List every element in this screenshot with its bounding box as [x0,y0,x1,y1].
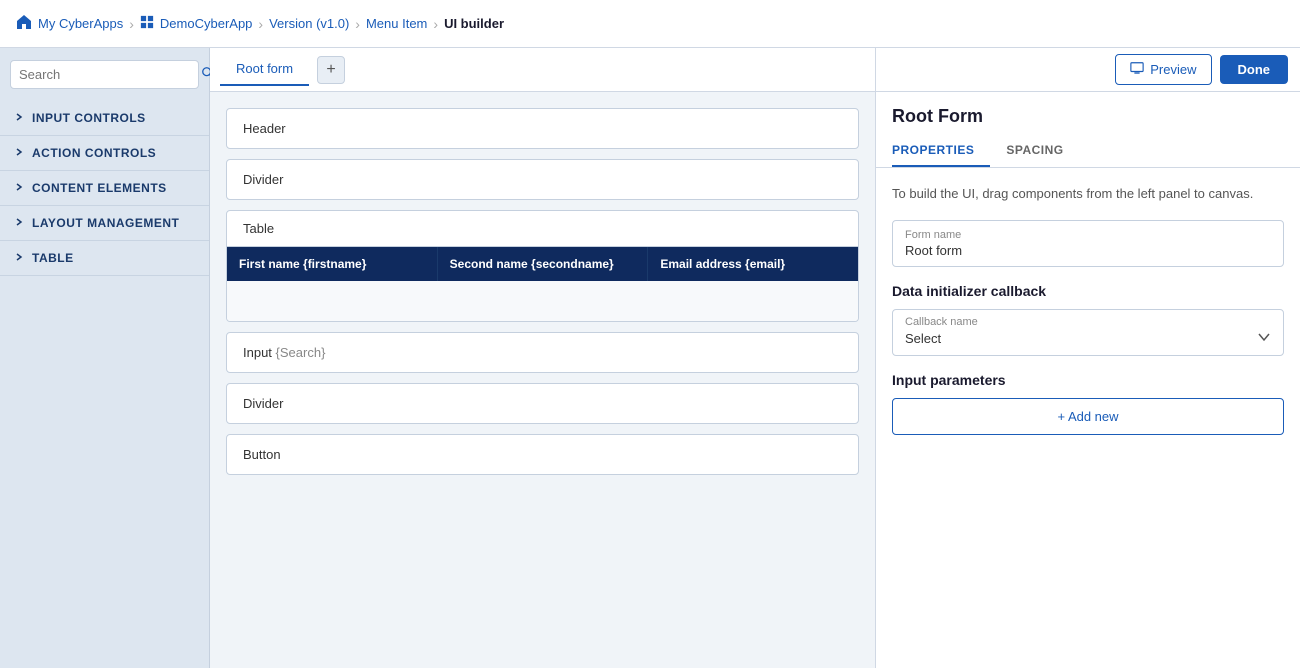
topbar-menu[interactable]: Menu Item [366,16,427,31]
header-label: Header [243,121,286,136]
callback-select-text: Select [905,331,941,346]
canvas-tab-label: Root form [236,61,293,76]
canvas-button-component[interactable]: Button [226,434,859,475]
topbar-version-label: Version (v1.0) [269,16,349,31]
divider1-label: Divider [243,172,283,187]
canvas-scroll: Header Divider Table First name {firstna… [210,92,875,668]
sidebar-item-action-controls[interactable]: ACTION CONTROLS [0,136,209,171]
chevron-right-icon-3 [14,181,24,195]
tab-spacing-label: SPACING [1006,143,1063,157]
tab-properties-label: PROPERTIES [892,143,974,157]
topbar-version[interactable]: Version (v1.0) [269,16,349,31]
canvas-header-component[interactable]: Header [226,108,859,149]
main-layout: INPUT CONTROLS ACTION CONTROLS CONTENT E… [0,48,1300,668]
canvas-tab-root-form[interactable]: Root form [220,53,309,86]
add-tab-button[interactable]: + [317,56,345,84]
home-icon [16,14,32,33]
chevron-down-icon [1257,330,1271,347]
panel-body: To build the UI, drag components from th… [876,168,1300,668]
tab-properties[interactable]: PROPERTIES [892,135,990,167]
search-input[interactable] [19,67,195,82]
callback-select-value-row: Select [893,328,1283,355]
sidebar-item-input-controls[interactable]: INPUT CONTROLS [0,101,209,136]
sidebar-label-table: TABLE [32,251,74,265]
topbar-app[interactable]: DemoCyberApp [140,15,253,32]
right-panel: Preview Done Root Form PROPERTIES SPACIN… [875,48,1300,668]
callback-select-wrapper[interactable]: Callback name Select [892,309,1284,356]
done-button[interactable]: Done [1220,55,1289,84]
form-name-value: Root form [905,243,962,258]
sidebar-item-content-elements[interactable]: CONTENT ELEMENTS [0,171,209,206]
input-params-heading: Input parameters [892,372,1284,388]
topbar-home-label: My CyberApps [38,16,123,31]
topbar-current-label: UI builder [444,16,504,31]
add-new-button[interactable]: + Add new [892,398,1284,435]
canvas-area: Root form + Header Divider Table First n… [210,48,875,668]
canvas-divider2-component[interactable]: Divider [226,383,859,424]
sidebar-item-table[interactable]: TABLE [0,241,209,276]
sidebar-label-content-elements: CONTENT ELEMENTS [32,181,167,195]
panel-topbar: Preview Done [876,48,1300,92]
topbar-home[interactable]: My CyberApps [16,14,123,33]
preview-button[interactable]: Preview [1115,54,1211,85]
topbar-sep-4: › [433,16,438,32]
button-label: Button [243,447,281,462]
left-sidebar: INPUT CONTROLS ACTION CONTROLS CONTENT E… [0,48,210,668]
callback-name-label: Callback name [893,310,1283,328]
panel-tabs: PROPERTIES SPACING [876,135,1300,168]
canvas-tabs: Root form + [210,48,875,92]
grid-icon [140,15,154,32]
divider2-label: Divider [243,396,283,411]
form-name-label: Form name [905,229,961,241]
preview-label: Preview [1150,62,1196,77]
chevron-right-icon-1 [14,111,24,125]
table-col-1: First name {firstname} [227,247,438,281]
topbar-app-label: DemoCyberApp [160,16,253,31]
panel-title: Root Form [876,92,1300,127]
plus-icon: + [326,61,335,79]
input-label: Input [243,345,272,360]
topbar-menu-label: Menu Item [366,16,427,31]
preview-icon [1130,61,1144,78]
panel-hint: To build the UI, drag components from th… [892,184,1284,204]
topbar: My CyberApps › DemoCyberApp › Version (v… [0,0,1300,48]
sidebar-label-layout-management: LAYOUT MANAGEMENT [32,216,179,230]
sidebar-label-input-controls: INPUT CONTROLS [32,111,146,125]
table-col-3: Email address {email} [648,247,858,281]
chevron-right-icon-2 [14,146,24,160]
canvas-table-component[interactable]: Table First name {firstname} Second name… [226,210,859,322]
canvas-divider1-component[interactable]: Divider [226,159,859,200]
table-body [227,281,858,321]
tab-spacing[interactable]: SPACING [1006,135,1079,167]
table-col-2: Second name {secondname} [438,247,649,281]
canvas-input-component[interactable]: Input {Search} [226,332,859,373]
chevron-right-icon-4 [14,216,24,230]
sidebar-item-layout-management[interactable]: LAYOUT MANAGEMENT [0,206,209,241]
topbar-sep-2: › [258,16,263,32]
add-new-label: + Add new [1057,409,1118,424]
done-label: Done [1238,62,1271,77]
table-label: Table [227,211,858,247]
form-name-wrapper: Form name Root form [892,220,1284,267]
data-initializer-heading: Data initializer callback [892,283,1284,299]
form-name-field-group: Form name Root form [892,220,1284,267]
chevron-right-icon-5 [14,251,24,265]
topbar-sep-3: › [355,16,360,32]
search-box[interactable] [10,60,199,89]
input-placeholder: {Search} [276,345,326,360]
topbar-current: UI builder [444,16,504,31]
topbar-sep-1: › [129,16,134,32]
sidebar-label-action-controls: ACTION CONTROLS [32,146,156,160]
table-header-row: First name {firstname} Second name {seco… [227,247,858,281]
